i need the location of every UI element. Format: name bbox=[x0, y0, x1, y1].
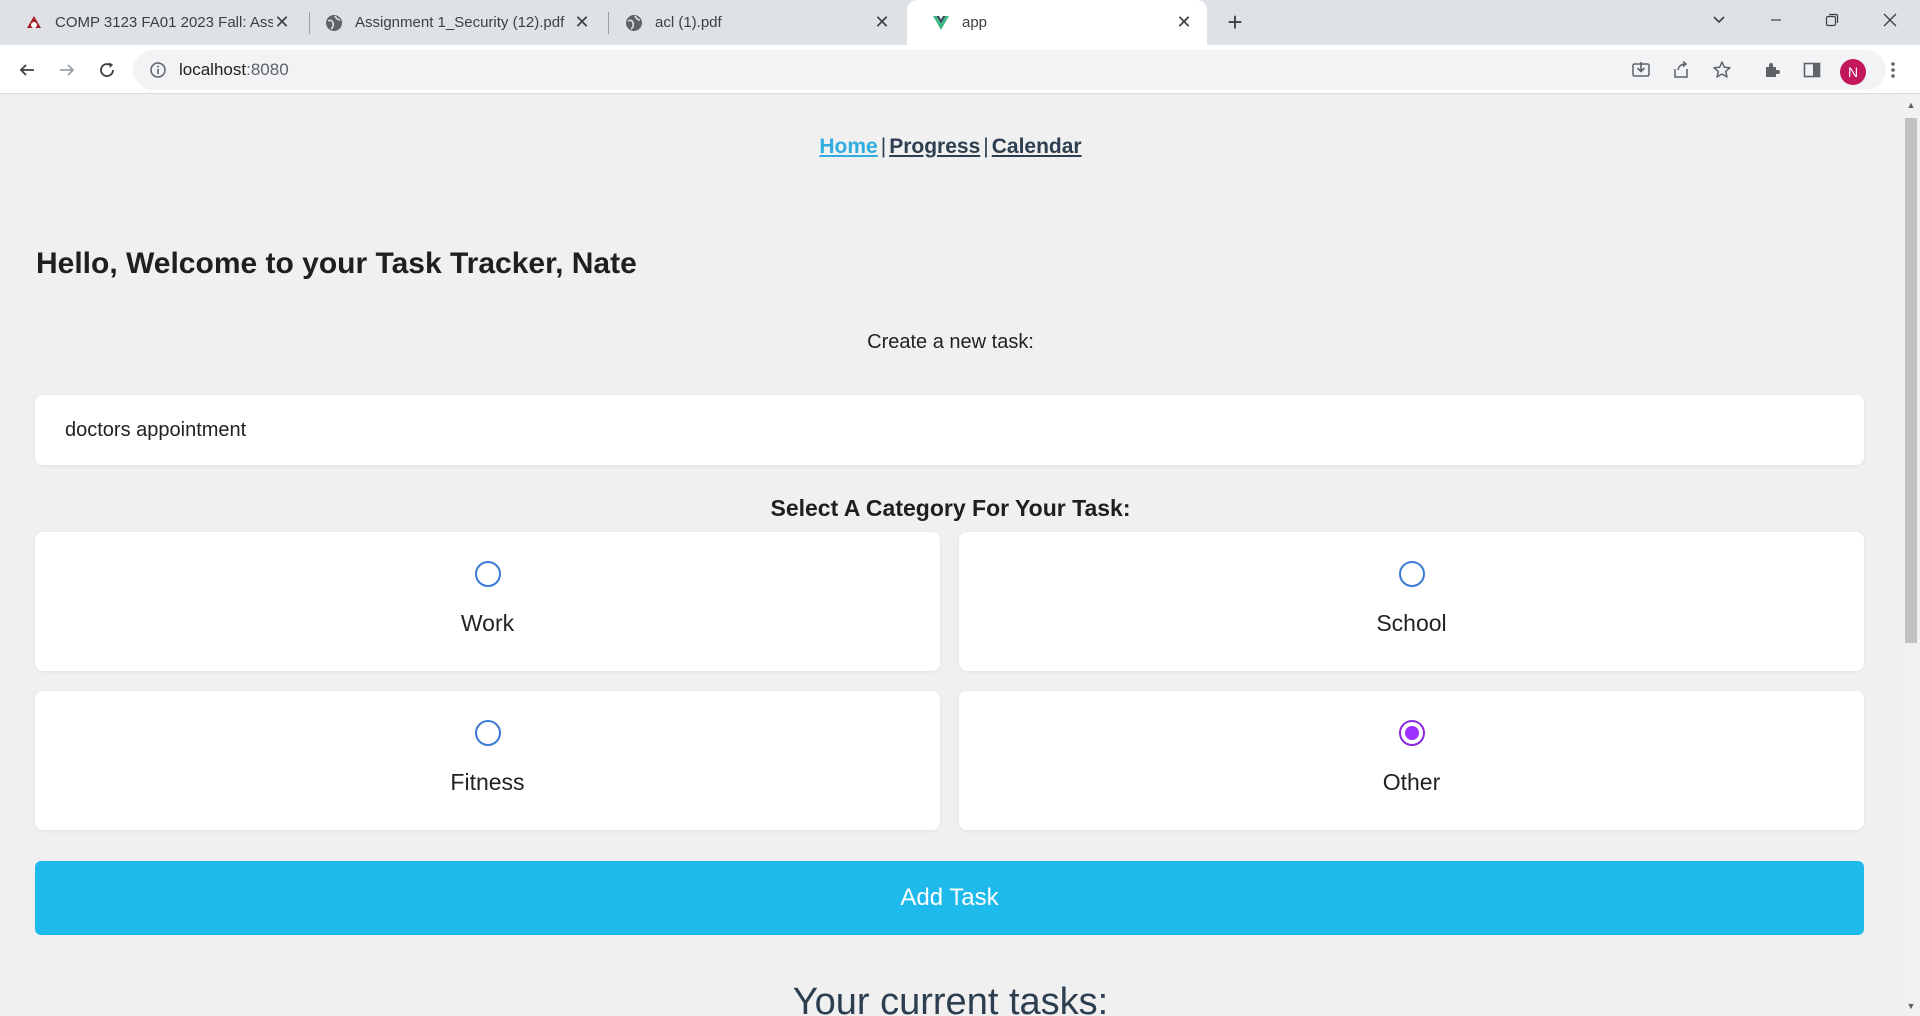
tab-title: COMP 3123 FA01 2023 Fall: Assi bbox=[55, 14, 273, 31]
category-label: School bbox=[1376, 610, 1447, 636]
scroll-up-icon[interactable]: ▲ bbox=[1906, 100, 1916, 110]
tab-search-icon[interactable] bbox=[1695, 0, 1743, 40]
nav-separator: | bbox=[880, 135, 887, 158]
category-option-school[interactable]: School bbox=[959, 532, 1864, 671]
top-nav: Home | Progress | Calendar bbox=[0, 135, 1901, 159]
tab-title: acl (1).pdf bbox=[655, 14, 722, 31]
side-panel-icon[interactable] bbox=[1799, 57, 1825, 83]
category-option-work[interactable]: Work bbox=[35, 532, 940, 671]
category-heading: Select A Category For Your Task: bbox=[770, 495, 1131, 521]
tab-title: app bbox=[962, 14, 988, 31]
tab-app[interactable]: app ✕ bbox=[907, 0, 1207, 45]
share-icon[interactable] bbox=[1668, 57, 1694, 83]
close-icon[interactable]: ✕ bbox=[273, 12, 291, 32]
nav-separator: | bbox=[983, 135, 989, 158]
welcome-heading: Hello, Welcome to your Task Tracker, Nat… bbox=[36, 247, 637, 280]
address-bar[interactable]: localhost:8080 bbox=[133, 50, 1886, 90]
category-option-fitness[interactable]: Fitness bbox=[35, 691, 940, 830]
close-icon[interactable]: ✕ bbox=[873, 12, 891, 32]
tab-strip: COMP 3123 FA01 2023 Fall: Assi ✕ Assignm… bbox=[0, 0, 1920, 45]
browser-toolbar: localhost:8080 N bbox=[0, 45, 1920, 94]
minimize-icon[interactable] bbox=[1752, 0, 1800, 40]
close-icon[interactable]: ✕ bbox=[573, 12, 591, 32]
category-label: Fitness bbox=[450, 769, 525, 795]
nav-calendar-link[interactable]: Calendar bbox=[992, 135, 1082, 158]
radio-button[interactable] bbox=[474, 720, 501, 746]
category-label: Other bbox=[1382, 769, 1441, 795]
install-app-icon[interactable] bbox=[1628, 57, 1654, 83]
tab-assignment-pdf[interactable]: Assignment 1_Security (12).pdf ✕ bbox=[300, 0, 605, 45]
category-option-other[interactable]: Other bbox=[959, 691, 1864, 830]
url-text: localhost:8080 bbox=[179, 60, 289, 79]
avatar[interactable]: N bbox=[1840, 59, 1866, 85]
nav-progress-link[interactable]: Progress bbox=[889, 135, 980, 158]
restore-icon[interactable] bbox=[1808, 0, 1856, 40]
close-window-icon[interactable] bbox=[1866, 0, 1914, 40]
forward-icon[interactable] bbox=[50, 53, 84, 87]
page-viewport: Home | Progress | Calendar Hello, Welcome to… bbox=[0, 95, 1901, 1016]
new-tab-button[interactable]: + bbox=[1221, 7, 1249, 37]
nav-home-link[interactable]: Home bbox=[819, 135, 877, 158]
info-icon[interactable] bbox=[149, 61, 167, 79]
category-label: Work bbox=[460, 610, 515, 636]
tab-comp3123[interactable]: COMP 3123 FA01 2023 Fall: Assi ✕ bbox=[0, 0, 305, 45]
radio-button[interactable] bbox=[474, 561, 501, 587]
vue-icon bbox=[932, 14, 950, 32]
close-icon[interactable]: ✕ bbox=[1175, 12, 1193, 32]
globe-icon bbox=[625, 14, 643, 32]
tab-title: Assignment 1_Security (12).pdf bbox=[355, 14, 565, 31]
menu-icon[interactable] bbox=[1880, 57, 1906, 83]
task-name-input[interactable] bbox=[35, 395, 1864, 465]
current-tasks-heading: Your current tasks: bbox=[792, 981, 1109, 1016]
page-scrollbar[interactable]: ▲ ▼ bbox=[1901, 95, 1920, 1016]
bookmark-star-icon[interactable] bbox=[1709, 57, 1735, 83]
create-task-label: Create a new task: bbox=[867, 331, 1034, 353]
radio-button-selected[interactable] bbox=[1398, 720, 1425, 746]
brand-icon bbox=[25, 14, 43, 32]
globe-icon bbox=[325, 14, 343, 32]
scroll-down-icon[interactable]: ▼ bbox=[1906, 1001, 1916, 1011]
back-icon[interactable] bbox=[10, 53, 44, 87]
radio-button[interactable] bbox=[1398, 561, 1425, 587]
scrollbar-thumb[interactable] bbox=[1905, 118, 1917, 643]
tab-acl-pdf[interactable]: acl (1).pdf ✕ bbox=[600, 0, 905, 45]
reload-icon[interactable] bbox=[90, 53, 124, 87]
add-task-button[interactable]: Add Task bbox=[35, 861, 1864, 935]
extensions-icon[interactable] bbox=[1759, 57, 1785, 83]
radio-dot bbox=[1404, 726, 1419, 740]
